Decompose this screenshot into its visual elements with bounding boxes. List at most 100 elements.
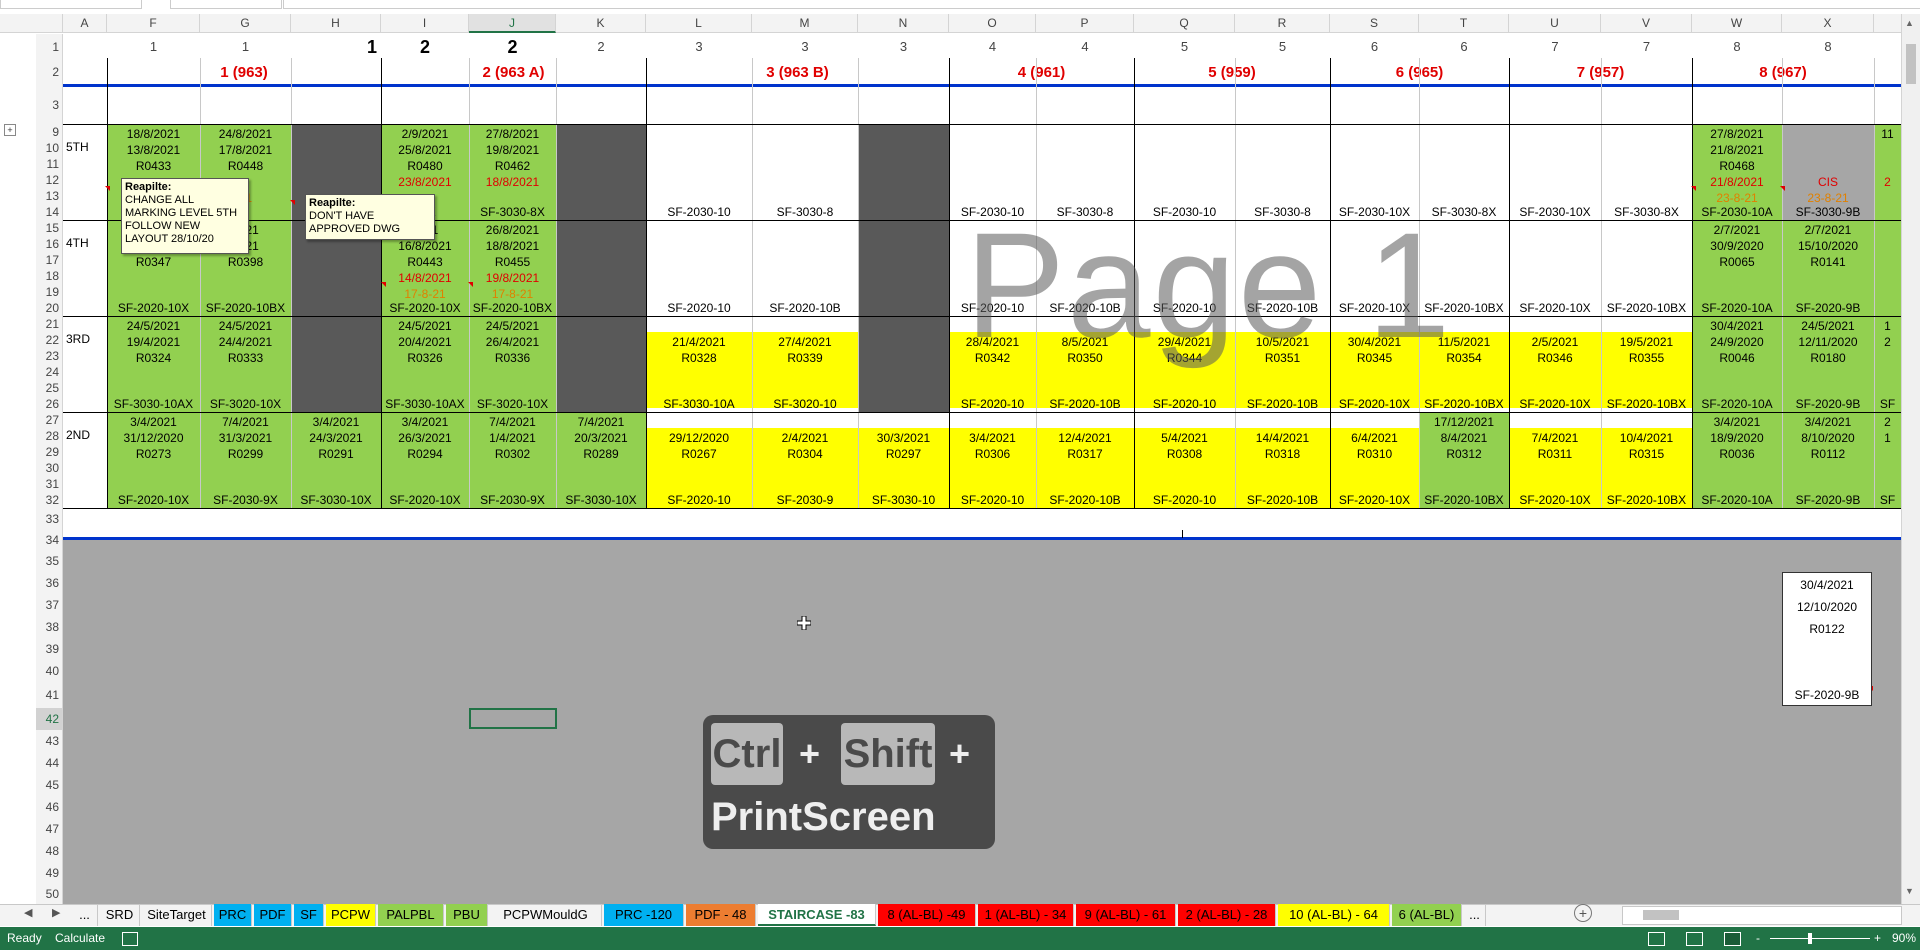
scroll-up-icon[interactable]: ▲	[1905, 18, 1914, 28]
row-header-30[interactable]: 30	[36, 460, 62, 476]
row-header-9[interactable]: 9	[36, 124, 62, 140]
zoom-level[interactable]: 90%	[1892, 927, 1916, 950]
sheet-tab[interactable]: SiteTarget	[142, 904, 212, 926]
active-cell-J42[interactable]	[469, 708, 557, 729]
sheet-tab[interactable]: PDF - 48	[686, 904, 756, 926]
cell-text-j: R0455	[494, 255, 531, 269]
sheet-tab[interactable]: PRC	[214, 904, 252, 926]
sheet-tab[interactable]: 1 (AL-BL) - 34	[978, 904, 1074, 926]
row-header-11[interactable]: 11	[36, 156, 62, 172]
row-header-44[interactable]: 44	[36, 752, 62, 774]
row-header-14[interactable]: 14	[36, 204, 62, 220]
row-header-38[interactable]: 38	[36, 616, 62, 638]
row-header-34[interactable]: 34	[36, 530, 62, 550]
cell-bg-h[interactable]	[291, 316, 381, 412]
row-header-25[interactable]: 25	[36, 380, 62, 396]
vertical-scrollbar[interactable]: ▲ ▼	[1901, 14, 1920, 904]
row-header-48[interactable]: 48	[36, 840, 62, 862]
sheet-tab[interactable]: PCPW	[326, 904, 376, 926]
row-header-3[interactable]: 3	[36, 86, 62, 124]
row-header-1[interactable]: 1	[36, 36, 62, 58]
row-header-23[interactable]: 23	[36, 348, 62, 364]
row-header-32[interactable]: 32	[36, 492, 62, 508]
sheet-tab[interactable]: PBU	[446, 904, 488, 926]
row-header-17[interactable]: 17	[36, 252, 62, 268]
cell-code-s: SF-2020-10X	[1338, 493, 1411, 507]
macro-record-icon[interactable]	[122, 932, 138, 946]
row-header-29[interactable]: 29	[36, 444, 62, 460]
row-header-16[interactable]: 16	[36, 236, 62, 252]
zoom-slider-thumb[interactable]	[1808, 933, 1812, 944]
row-header-27[interactable]: 27	[36, 412, 62, 428]
row-header-24[interactable]: 24	[36, 364, 62, 380]
tab-prev-icon[interactable]: ◀	[24, 906, 32, 919]
row-header-19[interactable]: 19	[36, 284, 62, 300]
tab-next-icon[interactable]: ▶	[52, 906, 60, 919]
row-header-37[interactable]: 37	[36, 594, 62, 616]
status-calculate[interactable]: Calculate	[55, 927, 105, 950]
sheet-tab[interactable]: PCPWMouldG	[490, 904, 602, 926]
sheet-tab[interactable]: 6 (AL-BL)	[1392, 904, 1462, 926]
plus-sign: +	[799, 733, 821, 774]
cell-text-j: SF-3030-8X	[480, 205, 545, 219]
row-header-43[interactable]: 43	[36, 730, 62, 752]
row-header-31[interactable]: 31	[36, 476, 62, 492]
horizontal-scrollbar[interactable]	[1622, 906, 1902, 925]
add-sheet-button[interactable]: +	[1574, 904, 1592, 922]
row-header-22[interactable]: 22	[36, 332, 62, 348]
row-header-33[interactable]: 33	[36, 508, 62, 530]
cell-code-l: SF-2030-10	[667, 205, 731, 219]
row-header-20[interactable]: 20	[36, 300, 62, 316]
sheet-tab[interactable]: ...	[1464, 904, 1486, 926]
row-header-40[interactable]: 40	[36, 660, 62, 682]
row-header-50[interactable]: 50	[36, 884, 62, 904]
row-header-12[interactable]: 12	[36, 172, 62, 188]
cell-text-u: 2/5/2021	[1531, 335, 1579, 349]
sheet-tab[interactable]: 8 (AL-BL) -49	[878, 904, 976, 926]
page-layout-view-icon[interactable]	[1686, 932, 1703, 946]
sheet-tab[interactable]: ...	[72, 904, 98, 926]
comment-note-1[interactable]: Reapilte: CHANGE ALL MARKING LEVEL 5TH F…	[121, 178, 249, 254]
row1-label-m: 3	[801, 39, 809, 54]
sheet-tab[interactable]: STAIRCASE -83	[758, 904, 876, 926]
sheet-tab[interactable]: 9 (AL-BL) - 61	[1076, 904, 1176, 926]
row-header-49[interactable]: 49	[36, 862, 62, 884]
normal-view-icon[interactable]	[1648, 932, 1665, 946]
zoom-slider[interactable]	[1770, 938, 1870, 939]
scroll-down-icon[interactable]: ▼	[1905, 886, 1914, 896]
row-header-21[interactable]: 21	[36, 316, 62, 332]
row-header-45[interactable]: 45	[36, 774, 62, 796]
row-header-18[interactable]: 18	[36, 268, 62, 284]
sheet-tab[interactable]: PALPBL	[378, 904, 444, 926]
row-header-26[interactable]: 26	[36, 396, 62, 412]
row-header-47[interactable]: 47	[36, 818, 62, 840]
row-header-36[interactable]: 36	[36, 572, 62, 594]
cell-text-s: 6/4/2021	[1351, 431, 1398, 445]
row-header-13[interactable]: 13	[36, 188, 62, 204]
row-header-39[interactable]: 39	[36, 638, 62, 660]
zoom-in-button[interactable]: +	[1874, 927, 1881, 950]
row-header-15[interactable]: 15	[36, 220, 62, 236]
row-header-46[interactable]: 46	[36, 796, 62, 818]
row-header-41[interactable]: 41	[36, 682, 62, 708]
sheet-tab[interactable]: 2 (AL-BL) - 28	[1178, 904, 1276, 926]
sheet-tab[interactable]: 10 (AL-BL) - 64	[1278, 904, 1390, 926]
cell-text-l: R0328	[681, 351, 717, 365]
hscroll-thumb[interactable]	[1643, 910, 1679, 920]
sheet-tab[interactable]: SF	[294, 904, 324, 926]
cell-bg-n[interactable]	[858, 316, 949, 412]
cell-bg-k[interactable]	[556, 316, 646, 412]
row-header-35[interactable]: 35	[36, 550, 62, 572]
scroll-thumb[interactable]	[1906, 44, 1916, 84]
row-header-10[interactable]: 10	[36, 140, 62, 156]
sheet-tab[interactable]: PDF	[254, 904, 292, 926]
page-break-view-icon[interactable]	[1724, 932, 1741, 946]
sheet-tab[interactable]: SRD	[100, 904, 140, 926]
row-header-28[interactable]: 28	[36, 428, 62, 444]
floating-range[interactable]: 30/4/2021 12/10/2020 R0122 SF-2020-9B	[1782, 572, 1872, 706]
zoom-out-button[interactable]: -	[1756, 927, 1760, 950]
comment-note-2[interactable]: Reapilte: DON'T HAVE APPROVED DWG	[305, 194, 435, 240]
row-header-2[interactable]: 2	[36, 58, 62, 86]
sheet-tab[interactable]: PRC -120	[604, 904, 684, 926]
row-header-42[interactable]: 42	[36, 708, 62, 730]
